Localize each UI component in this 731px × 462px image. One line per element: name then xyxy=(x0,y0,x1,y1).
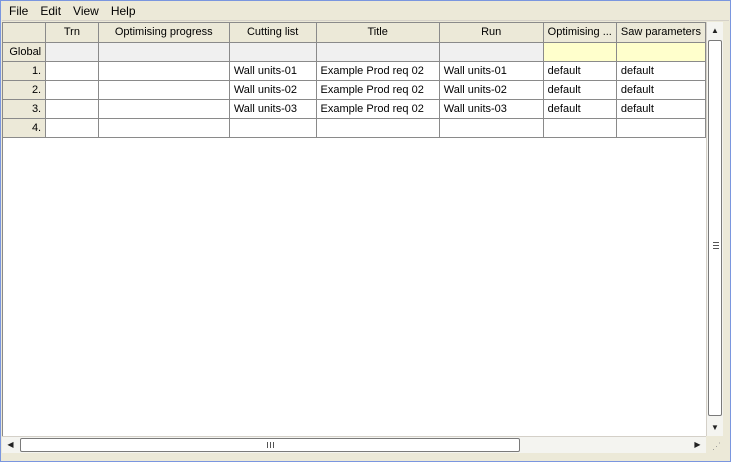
horizontal-scrollbar[interactable]: ◀ ▶ xyxy=(2,436,706,453)
table-row: 3. Wall units-03 Example Prod req 02 Wal… xyxy=(3,99,706,119)
vertical-scroll-thumb[interactable] xyxy=(708,40,722,416)
title-cell[interactable]: Example Prod req 02 xyxy=(316,99,440,119)
grid-cell[interactable] xyxy=(98,42,230,62)
row-header[interactable]: 4. xyxy=(3,118,47,138)
grid-cell[interactable] xyxy=(316,42,440,62)
scrollbar-corner: ⋰ xyxy=(706,436,723,453)
grid-table: Trn Optimising progress Cutting list Tit… xyxy=(3,23,706,138)
column-header-cutting-list[interactable]: Cutting list xyxy=(229,23,317,43)
resize-grip-icon[interactable]: ⋰ xyxy=(712,442,721,451)
saw-parameters-cell[interactable]: default xyxy=(616,80,706,100)
global-saw-parameters-cell[interactable] xyxy=(616,42,706,62)
cutting-list-cell[interactable] xyxy=(229,118,317,138)
menu-bar: File Edit View Help xyxy=(2,2,729,21)
menu-help[interactable]: Help xyxy=(105,2,142,21)
column-header-optimising[interactable]: Optimising ... xyxy=(543,23,617,43)
cutting-list-cell[interactable]: Wall units-01 xyxy=(229,61,317,81)
optimising-cell[interactable] xyxy=(543,118,617,138)
column-header-run[interactable]: Run xyxy=(439,23,544,43)
table-row: 1. Wall units-01 Example Prod req 02 Wal… xyxy=(3,61,706,81)
run-cell[interactable]: Wall units-01 xyxy=(439,61,544,81)
cutting-list-cell[interactable]: Wall units-03 xyxy=(229,99,317,119)
scroll-left-icon[interactable]: ◀ xyxy=(2,437,19,453)
grid-cell[interactable] xyxy=(45,42,99,62)
progress-cell[interactable] xyxy=(98,61,230,81)
trn-cell[interactable] xyxy=(45,61,99,81)
row-header[interactable]: 2. xyxy=(3,80,47,100)
scroll-right-icon[interactable]: ▶ xyxy=(689,437,706,453)
progress-cell[interactable] xyxy=(98,80,230,100)
grid-cell[interactable] xyxy=(439,42,544,62)
row-header-global[interactable]: Global xyxy=(3,42,47,62)
optimising-cell[interactable]: default xyxy=(543,99,617,119)
corner-header[interactable] xyxy=(3,23,47,43)
cutting-list-cell[interactable]: Wall units-02 xyxy=(229,80,317,100)
saw-parameters-cell[interactable]: default xyxy=(616,61,706,81)
run-grid[interactable]: Trn Optimising progress Cutting list Tit… xyxy=(2,22,706,436)
progress-cell[interactable] xyxy=(98,118,230,138)
app-window: File Edit View Help Trn Optimising progr… xyxy=(0,0,731,462)
trn-cell[interactable] xyxy=(45,118,99,138)
window-frame-right xyxy=(723,22,729,453)
run-cell[interactable]: Wall units-03 xyxy=(439,99,544,119)
title-cell[interactable] xyxy=(316,118,440,138)
saw-parameters-cell[interactable]: default xyxy=(616,99,706,119)
header-row: Trn Optimising progress Cutting list Tit… xyxy=(3,23,706,43)
table-row: 4. xyxy=(3,118,706,138)
progress-cell[interactable] xyxy=(98,99,230,119)
table-row: 2. Wall units-02 Example Prod req 02 Wal… xyxy=(3,80,706,100)
column-header-optimising-progress[interactable]: Optimising progress xyxy=(98,23,230,43)
run-cell[interactable] xyxy=(439,118,544,138)
column-header-trn[interactable]: Trn xyxy=(45,23,99,43)
menu-edit[interactable]: Edit xyxy=(34,2,67,21)
grip-icon xyxy=(713,242,719,249)
trn-cell[interactable] xyxy=(45,80,99,100)
row-header[interactable]: 3. xyxy=(3,99,47,119)
grip-icon xyxy=(267,442,274,448)
row-header[interactable]: 1. xyxy=(3,61,47,81)
grid-cell[interactable] xyxy=(229,42,317,62)
menu-file[interactable]: File xyxy=(2,2,34,21)
run-cell[interactable]: Wall units-02 xyxy=(439,80,544,100)
trn-cell[interactable] xyxy=(45,99,99,119)
optimising-cell[interactable]: default xyxy=(543,61,617,81)
title-cell[interactable]: Example Prod req 02 xyxy=(316,80,440,100)
title-cell[interactable]: Example Prod req 02 xyxy=(316,61,440,81)
menu-view[interactable]: View xyxy=(67,2,105,21)
saw-parameters-cell[interactable] xyxy=(616,118,706,138)
horizontal-scroll-thumb[interactable] xyxy=(20,438,520,452)
global-row: Global xyxy=(3,42,706,62)
column-header-title[interactable]: Title xyxy=(316,23,440,43)
scroll-up-icon[interactable]: ▲ xyxy=(707,22,723,39)
column-header-saw-parameters[interactable]: Saw parameters xyxy=(616,23,706,43)
global-optimising-cell[interactable] xyxy=(543,42,617,62)
window-frame-bottom xyxy=(2,453,729,461)
scroll-down-icon[interactable]: ▼ xyxy=(707,419,723,436)
optimising-cell[interactable]: default xyxy=(543,80,617,100)
vertical-scrollbar[interactable]: ▲ ▼ xyxy=(706,22,723,436)
